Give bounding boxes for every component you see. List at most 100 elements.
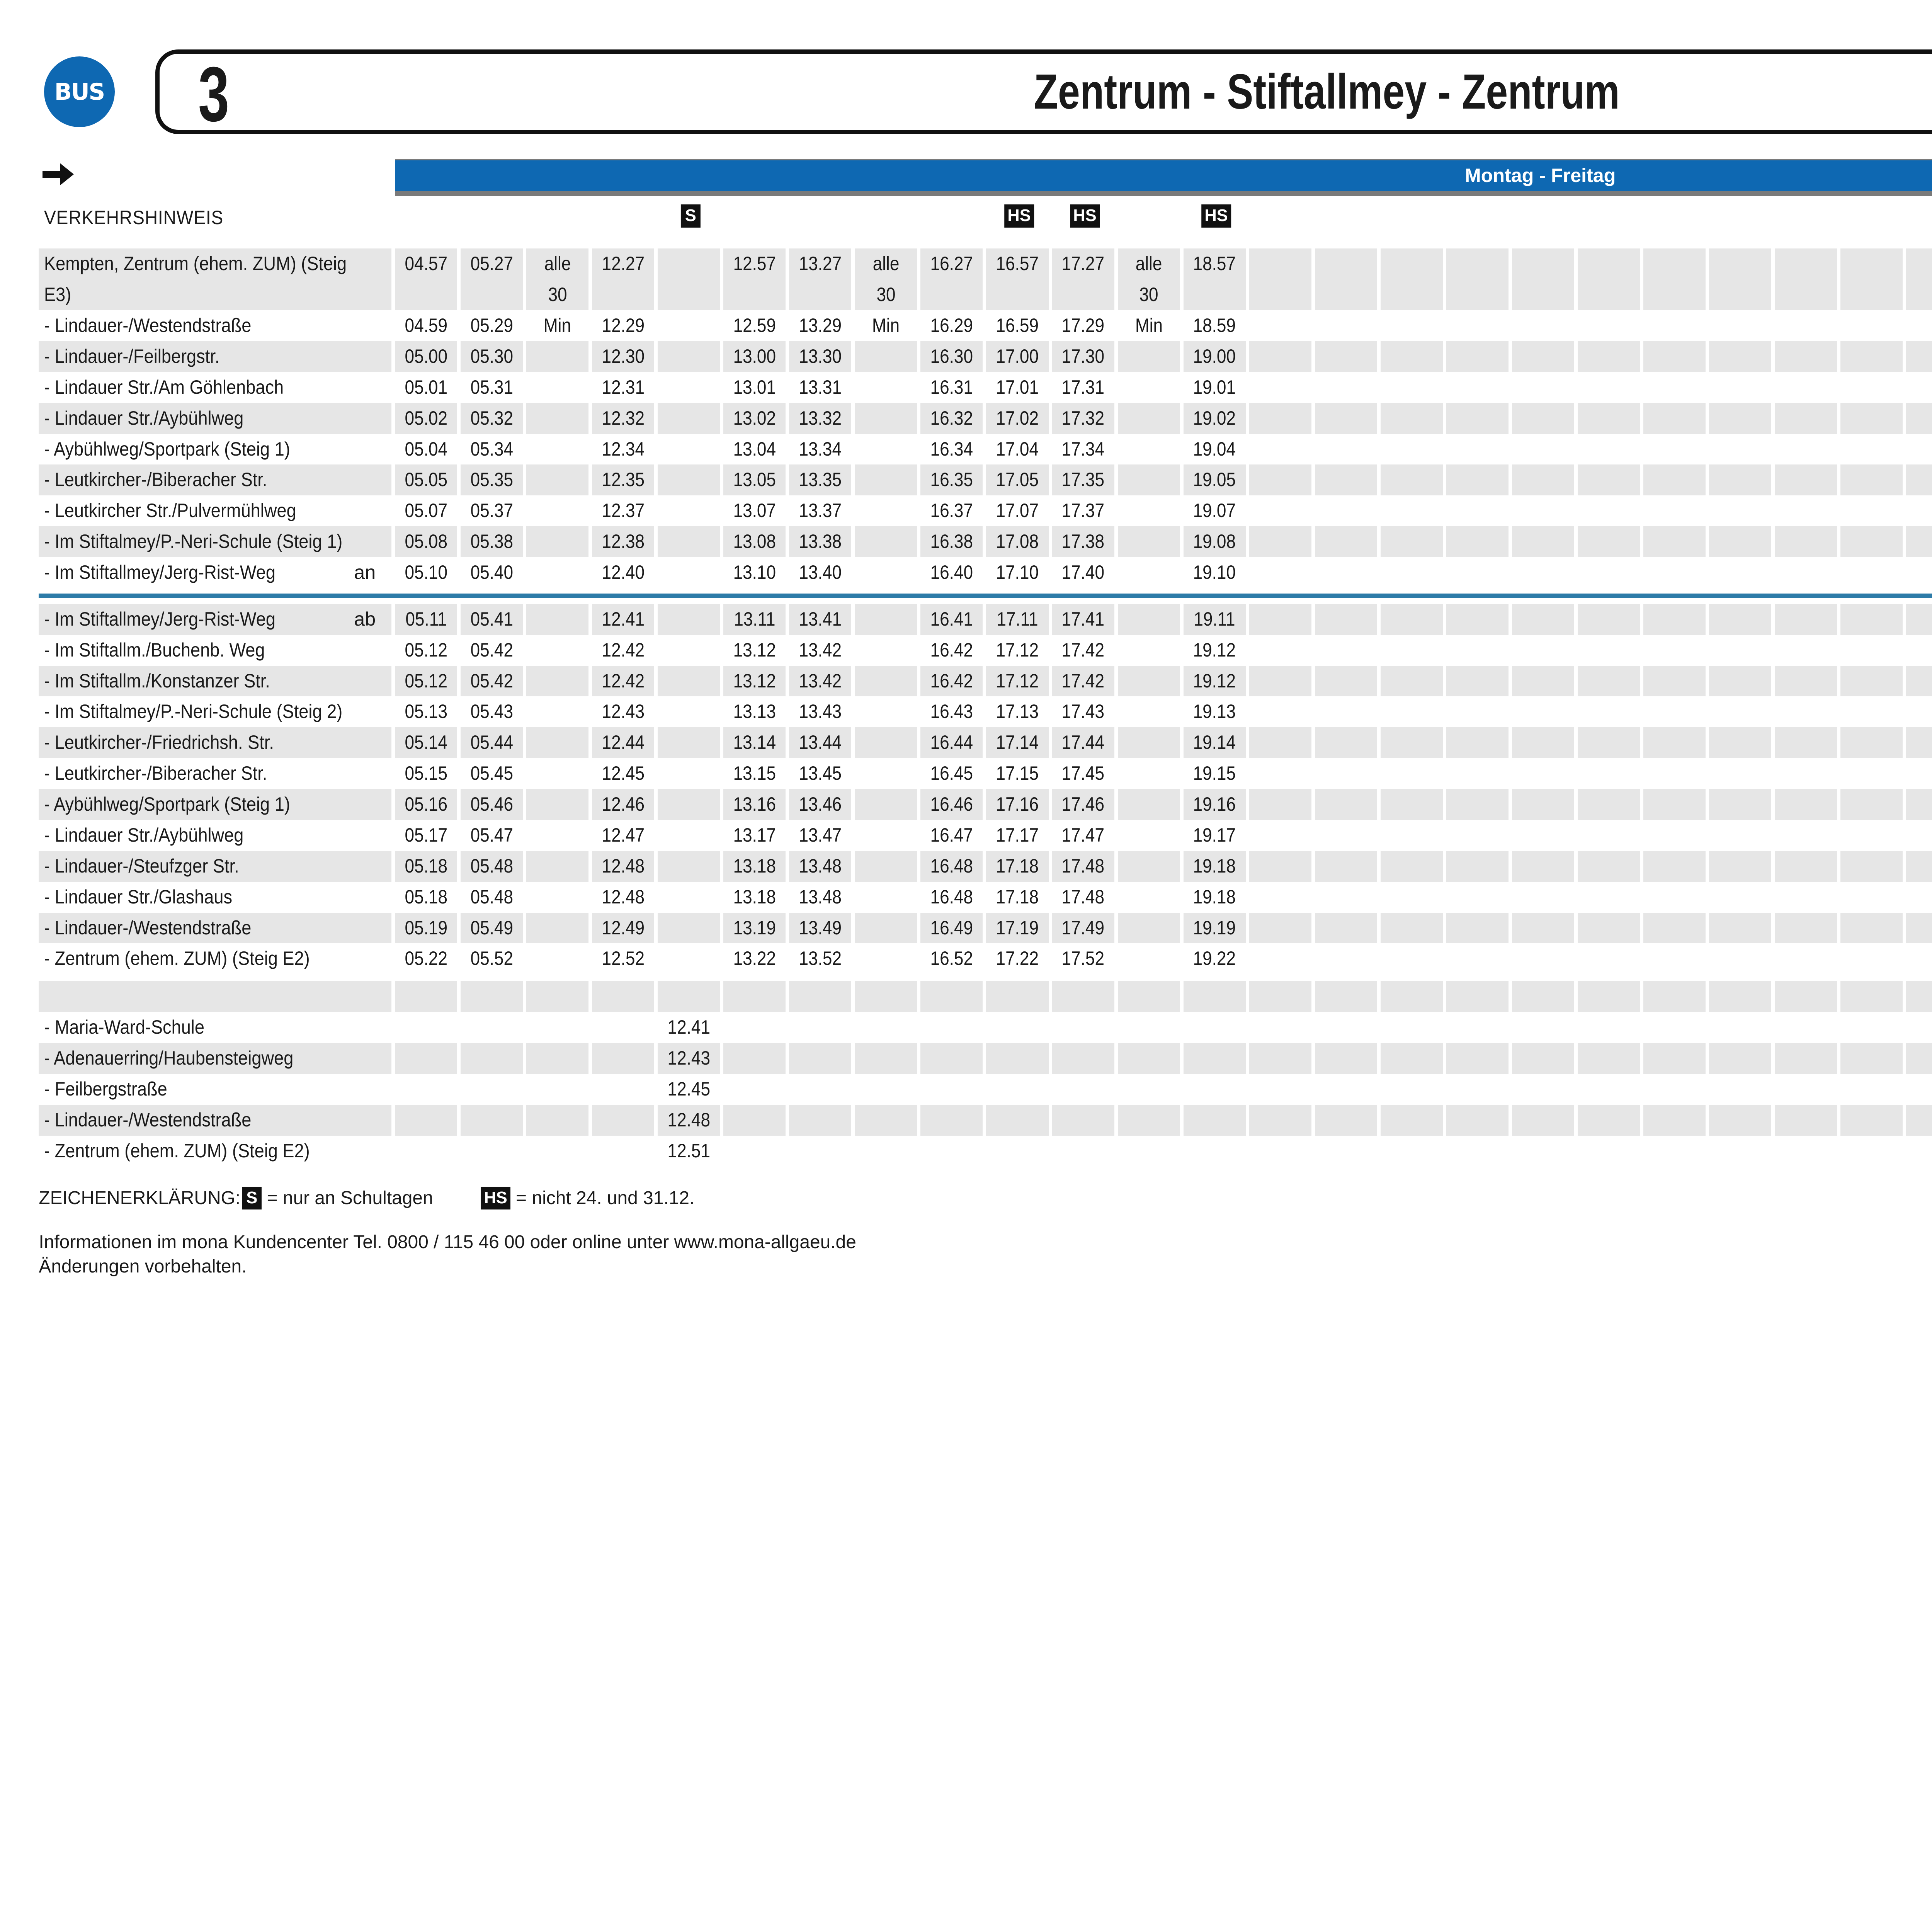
time-cell: 05.42 — [461, 635, 526, 666]
time-cell — [1775, 1136, 1840, 1167]
time-cell — [1775, 913, 1840, 944]
time-cell — [658, 696, 723, 727]
time-cell — [1381, 696, 1446, 727]
time-cell — [986, 1043, 1052, 1074]
time-cell: 17.49 — [1052, 913, 1118, 944]
time-cell — [1249, 1012, 1315, 1043]
time-cell: 13.22 — [723, 943, 789, 974]
time-cell: 18.59 — [1184, 310, 1249, 341]
time-cell: 16.32 — [920, 403, 986, 434]
time-cell — [986, 1105, 1052, 1136]
time-cell — [1840, 248, 1906, 310]
time-cell — [1709, 495, 1775, 526]
time-cell — [592, 1074, 658, 1105]
time-cell — [658, 913, 723, 944]
time-cell — [1249, 464, 1315, 495]
time-cell — [1709, 696, 1775, 727]
time-cell — [658, 372, 723, 403]
time-cell — [1512, 248, 1578, 310]
time-cell: 05.35 — [461, 464, 526, 495]
time-cell — [855, 1012, 920, 1043]
time-cell — [1249, 981, 1315, 1012]
time-cell — [658, 635, 723, 666]
time-cell: 19.05 — [1184, 464, 1249, 495]
stop-row: - Im Stiftallm./Buchenb. Weg05.1205.4212… — [39, 635, 1932, 666]
time-cell — [1840, 981, 1906, 1012]
stop-row: - Lindauer-/Westendstraße04.5905.29Min12… — [39, 310, 1932, 341]
time-cell — [658, 604, 723, 635]
time-cell: 05.27 — [461, 248, 526, 310]
time-cell — [1381, 403, 1446, 434]
time-cell — [855, 851, 920, 882]
time-cell — [1906, 526, 1932, 557]
time-cell — [461, 1074, 526, 1105]
header: BUS 3 Zentrum - Stiftallmey - Zentrum mo… — [39, 49, 1932, 134]
time-cell — [1775, 1074, 1840, 1105]
stop-row: - Leutkircher Str./Pulvermühlweg05.0705.… — [39, 495, 1932, 526]
time-cell — [1249, 604, 1315, 635]
stop-name-cell: - Im Stiftallm./Konstanzer Str. — [39, 666, 395, 697]
time-cell — [1184, 1043, 1249, 1074]
time-cell — [1118, 557, 1184, 588]
time-cell — [1446, 464, 1512, 495]
time-cell — [855, 557, 920, 588]
time-cell: 19.02 — [1184, 403, 1249, 434]
time-cell: 17.37 — [1052, 495, 1118, 526]
time-cell — [855, 758, 920, 789]
stop-row: - Lindauer-/Steufzger Str.05.1805.4812.4… — [39, 851, 1932, 882]
time-cell — [1578, 1012, 1643, 1043]
valid-from: Gültig ab: 14.12.2025 — [39, 1281, 1932, 1303]
time-cell: 19.10 — [1184, 557, 1249, 588]
time-cell: 12.42 — [592, 635, 658, 666]
time-cell — [1643, 635, 1709, 666]
time-cell: 12.31 — [592, 372, 658, 403]
time-cell — [1775, 248, 1840, 310]
time-cell — [395, 1136, 461, 1167]
line-title-box: 3 Zentrum - Stiftallmey - Zentrum — [155, 49, 1932, 134]
time-cell: 17.18 — [986, 882, 1052, 913]
time-cell: 17.16 — [986, 789, 1052, 820]
time-cell — [1775, 696, 1840, 727]
time-cell: 16.59 — [986, 310, 1052, 341]
time-cell — [1446, 758, 1512, 789]
time-cell — [1709, 913, 1775, 944]
time-cell — [855, 981, 920, 1012]
stop-name-cell: - Lindauer Str./Aybühlweg — [39, 820, 395, 851]
time-cell — [1906, 981, 1932, 1012]
time-cell — [526, 851, 592, 882]
time-cell — [1709, 1012, 1775, 1043]
time-cell: 16.48 — [920, 882, 986, 913]
time-cell — [1512, 758, 1578, 789]
stop-name-cell: - Adenauerring/Haubensteigweg — [39, 1043, 395, 1074]
time-cell — [789, 1136, 855, 1167]
time-cell — [1118, 943, 1184, 974]
time-cell — [1643, 981, 1709, 1012]
time-cell — [855, 1074, 920, 1105]
stop-name-cell: - Im Stiftallm./Buchenb. Weg — [39, 635, 395, 666]
time-cell: 05.08 — [395, 526, 461, 557]
time-cell — [1381, 495, 1446, 526]
time-cell: alle 30 — [526, 248, 592, 310]
traffic-hints-row: VERKEHRSHINWEIS SHSHSHS — [39, 203, 1932, 235]
time-cell — [1512, 882, 1578, 913]
time-cell — [1446, 943, 1512, 974]
time-cell: 13.48 — [789, 882, 855, 913]
time-cell — [1315, 666, 1381, 697]
time-cell — [1578, 526, 1643, 557]
time-cell: 12.44 — [592, 727, 658, 758]
time-cell — [658, 248, 723, 310]
time-cell — [1446, 1012, 1512, 1043]
time-cell — [1446, 789, 1512, 820]
time-cell — [1512, 727, 1578, 758]
time-cell — [1709, 526, 1775, 557]
time-cell — [658, 464, 723, 495]
time-cell — [1381, 372, 1446, 403]
time-cell — [1906, 1012, 1932, 1043]
time-cell: 19.12 — [1184, 635, 1249, 666]
time-cell: 16.31 — [920, 372, 986, 403]
time-cell — [1446, 820, 1512, 851]
time-cell: 17.42 — [1052, 635, 1118, 666]
time-cell — [1578, 913, 1643, 944]
time-cell: 16.30 — [920, 341, 986, 372]
time-cell — [1840, 820, 1906, 851]
